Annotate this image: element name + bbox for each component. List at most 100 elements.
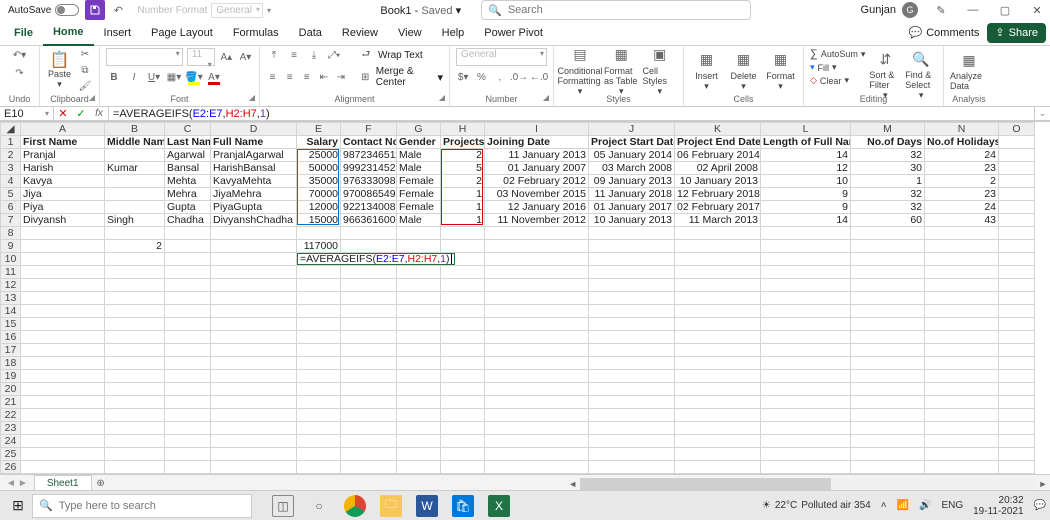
cell-L18[interactable] (761, 357, 851, 370)
cell-B8[interactable] (105, 227, 165, 240)
cell-D25[interactable] (211, 448, 297, 461)
cell-M11[interactable] (851, 266, 925, 279)
cell-E10[interactable]: =AVERAGEIFS(E2:E7,H2:H7,1) (297, 253, 341, 266)
cell-A7[interactable]: Divyansh (21, 214, 105, 227)
cell-N10[interactable] (925, 253, 999, 266)
cell-H2[interactable]: 2 (441, 149, 485, 162)
cell-L25[interactable] (761, 448, 851, 461)
cell-F22[interactable] (341, 409, 397, 422)
column-header-G[interactable]: G (397, 123, 441, 136)
tab-power-pivot[interactable]: Power Pivot (474, 20, 553, 46)
notifications-button[interactable]: 💬 (1034, 500, 1046, 511)
cell-G13[interactable] (397, 292, 441, 305)
cell-C22[interactable] (165, 409, 211, 422)
cell-K20[interactable] (675, 383, 761, 396)
cell-I5[interactable]: 03 November 2015 (485, 188, 589, 201)
cell-A20[interactable] (21, 383, 105, 396)
row-header-14[interactable]: 14 (1, 305, 21, 318)
cell-D18[interactable] (211, 357, 297, 370)
paste-button[interactable]: 📋 Paste▾ (46, 51, 73, 90)
cell-C10[interactable] (165, 253, 211, 266)
cell-B16[interactable] (105, 331, 165, 344)
cell-F1[interactable]: Contact No. (341, 136, 397, 149)
bold-button[interactable]: B (106, 70, 122, 84)
column-header-L[interactable]: L (761, 123, 851, 136)
column-header-C[interactable]: C (165, 123, 211, 136)
hscroll-right[interactable]: ► (1036, 478, 1050, 490)
copy-button[interactable]: ⧉ (77, 63, 93, 77)
cell-C18[interactable] (165, 357, 211, 370)
cell-O6[interactable] (999, 201, 1035, 214)
cell-E21[interactable] (297, 396, 341, 409)
cell-F23[interactable] (341, 422, 397, 435)
cell-L22[interactable] (761, 409, 851, 422)
cell-C13[interactable] (165, 292, 211, 305)
cell-M7[interactable]: 60 (851, 214, 925, 227)
cell-C12[interactable] (165, 279, 211, 292)
clear-button[interactable]: ◇Clear ▾ (810, 75, 865, 86)
hscroll-track[interactable] (580, 478, 1036, 490)
cell-M17[interactable] (851, 344, 925, 357)
cell-G12[interactable] (397, 279, 441, 292)
cell-B7[interactable]: Singh (105, 214, 165, 227)
cell-I24[interactable] (485, 435, 589, 448)
cell-B26[interactable] (105, 461, 165, 474)
cell-F9[interactable] (341, 240, 397, 253)
tab-review[interactable]: Review (332, 20, 388, 46)
cell-A17[interactable] (21, 344, 105, 357)
cell-G14[interactable] (397, 305, 441, 318)
tab-file[interactable]: File (4, 20, 43, 46)
format-as-table-button[interactable]: ▦Format as Table▾ (604, 44, 639, 97)
cell-M12[interactable] (851, 279, 925, 292)
cell-J18[interactable] (589, 357, 675, 370)
cell-N19[interactable] (925, 370, 999, 383)
cell-N5[interactable]: 23 (925, 188, 999, 201)
cell-D4[interactable]: KavyaMehta (211, 175, 297, 188)
cell-J8[interactable] (589, 227, 675, 240)
cell-I11[interactable] (485, 266, 589, 279)
cell-E4[interactable]: 35000 (297, 175, 341, 188)
cell-K24[interactable] (675, 435, 761, 448)
cell-E20[interactable] (297, 383, 341, 396)
row-header-10[interactable]: 10 (1, 253, 21, 266)
formula-enter-button[interactable]: ✓ (72, 107, 90, 120)
cell-C8[interactable] (165, 227, 211, 240)
cell-C26[interactable] (165, 461, 211, 474)
search-box[interactable]: 🔍 Search (481, 0, 751, 20)
increase-font-button[interactable]: A▴ (219, 50, 234, 64)
fill-color-button[interactable]: 🪣▾ (186, 70, 202, 84)
cell-M23[interactable] (851, 422, 925, 435)
cell-O10[interactable] (999, 253, 1035, 266)
cell-C19[interactable] (165, 370, 211, 383)
cell-B5[interactable] (105, 188, 165, 201)
cell-C9[interactable] (165, 240, 211, 253)
cell-A10[interactable] (21, 253, 105, 266)
cell-M6[interactable]: 32 (851, 201, 925, 214)
cell-G8[interactable] (397, 227, 441, 240)
cell-J26[interactable] (589, 461, 675, 474)
row-header-26[interactable]: 26 (1, 461, 21, 474)
cell-E22[interactable] (297, 409, 341, 422)
cell-A21[interactable] (21, 396, 105, 409)
cell-L13[interactable] (761, 292, 851, 305)
cell-G5[interactable]: Female (397, 188, 441, 201)
cell-K17[interactable] (675, 344, 761, 357)
cell-N23[interactable] (925, 422, 999, 435)
cell-I23[interactable] (485, 422, 589, 435)
cell-C24[interactable] (165, 435, 211, 448)
merge-center-button[interactable]: Merge & Center (376, 66, 434, 88)
cell-N6[interactable]: 24 (925, 201, 999, 214)
cell-O12[interactable] (999, 279, 1035, 292)
cell-K2[interactable]: 06 February 2014 (675, 149, 761, 162)
cell-D14[interactable] (211, 305, 297, 318)
cell-O1[interactable] (999, 136, 1035, 149)
cell-H25[interactable] (441, 448, 485, 461)
cell-E1[interactable]: Salary (297, 136, 341, 149)
cell-G4[interactable]: Female (397, 175, 441, 188)
cell-G3[interactable]: Male (397, 162, 441, 175)
cell-E6[interactable]: 12000 (297, 201, 341, 214)
cell-F20[interactable] (341, 383, 397, 396)
cell-F21[interactable] (341, 396, 397, 409)
cell-H5[interactable]: 1 (441, 188, 485, 201)
cell-N21[interactable] (925, 396, 999, 409)
